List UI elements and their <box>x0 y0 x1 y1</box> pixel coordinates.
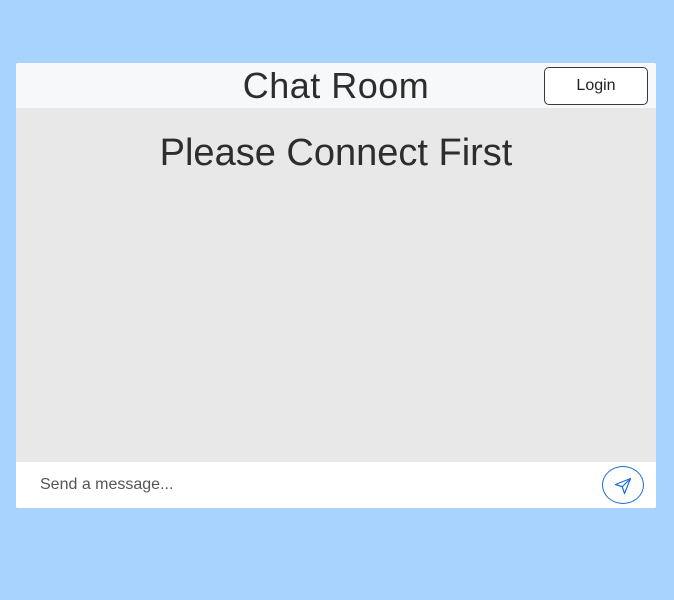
send-button[interactable] <box>602 466 644 504</box>
send-icon <box>614 477 632 495</box>
message-area: Please Connect First <box>16 108 656 462</box>
message-input[interactable] <box>26 467 596 503</box>
login-button[interactable]: Login <box>544 67 648 105</box>
chat-window: Chat Room Login Please Connect First <box>16 63 656 508</box>
chat-header: Chat Room Login <box>16 63 656 108</box>
connection-status-message: Please Connect First <box>159 132 513 174</box>
message-composer <box>16 462 656 508</box>
